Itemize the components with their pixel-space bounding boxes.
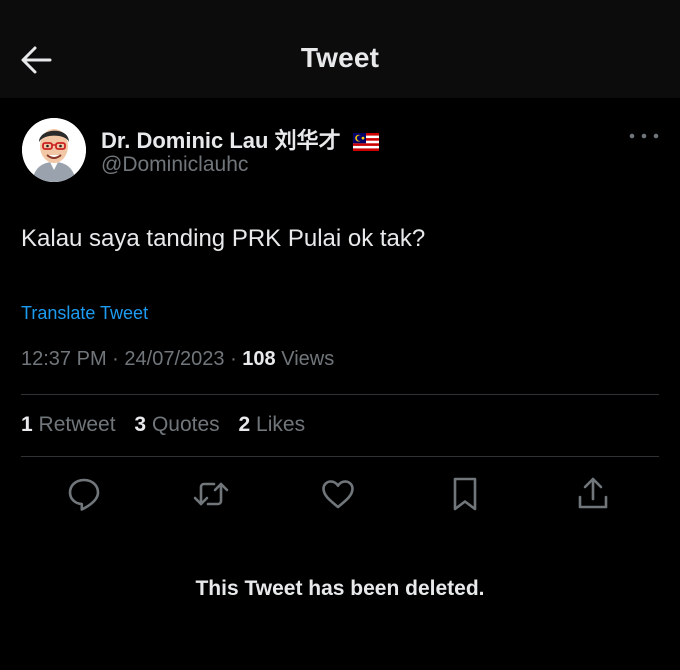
reply-icon — [68, 478, 100, 511]
author-handle[interactable]: @Dominiclauhc — [101, 153, 248, 177]
action-bar — [0, 472, 680, 516]
quotes-stat[interactable]: 3 Quotes — [134, 413, 219, 436]
tweet-time[interactable]: 12:37 PM — [21, 348, 107, 370]
like-heart-icon — [322, 480, 354, 509]
page-title: Tweet — [300, 42, 380, 73]
views-count: 108 — [242, 348, 276, 370]
engagement-stats: 1 Retweet 3 Quotes 2 Likes — [21, 413, 318, 437]
likes-count: 2 — [238, 413, 251, 436]
quotes-count: 3 — [134, 413, 147, 436]
more-dots-icon — [629, 133, 659, 139]
avatar-caricature-icon — [22, 118, 86, 182]
tweet-text: Kalau saya tanding PRK Pulai ok tak? — [21, 225, 426, 252]
bookmark-button[interactable] — [443, 472, 487, 516]
retweet-button[interactable] — [189, 472, 233, 516]
views-label: Views — [281, 348, 335, 370]
likes-label: Likes — [256, 413, 306, 436]
retweet-icon — [193, 482, 229, 506]
divider — [21, 456, 659, 457]
more-options-button[interactable] — [626, 126, 662, 146]
malaysia-flag-icon — [352, 131, 379, 157]
tweet-date[interactable]: 24/07/2023 — [124, 348, 224, 370]
display-name[interactable]: Dr. Dominic Lau 刘华才 — [101, 128, 341, 153]
retweets-count: 1 — [21, 413, 33, 436]
quotes-label: Quotes — [151, 413, 220, 436]
deleted-notice: This Tweet has been deleted. — [195, 577, 485, 600]
meta-separator: · — [112, 348, 125, 370]
avatar[interactable] — [22, 118, 86, 182]
reply-button[interactable] — [62, 472, 106, 516]
top-bar: Tweet — [0, 0, 680, 98]
like-button[interactable] — [316, 472, 360, 516]
tweet-meta: 12:37 PM · 24/07/2023 · 108 Views — [21, 348, 334, 371]
retweets-label: Retweet — [38, 413, 116, 436]
translate-tweet-link[interactable]: Translate Tweet — [21, 303, 148, 324]
author-name-row[interactable]: Dr. Dominic Lau 刘华才 — [101, 123, 379, 157]
share-icon — [578, 477, 608, 509]
divider — [21, 394, 659, 395]
share-button[interactable] — [571, 472, 615, 516]
retweets-stat[interactable]: 1 Retweet — [21, 413, 116, 436]
bookmark-icon — [453, 477, 477, 511]
likes-stat[interactable]: 2 Likes — [239, 413, 306, 436]
meta-separator: · — [230, 348, 243, 370]
